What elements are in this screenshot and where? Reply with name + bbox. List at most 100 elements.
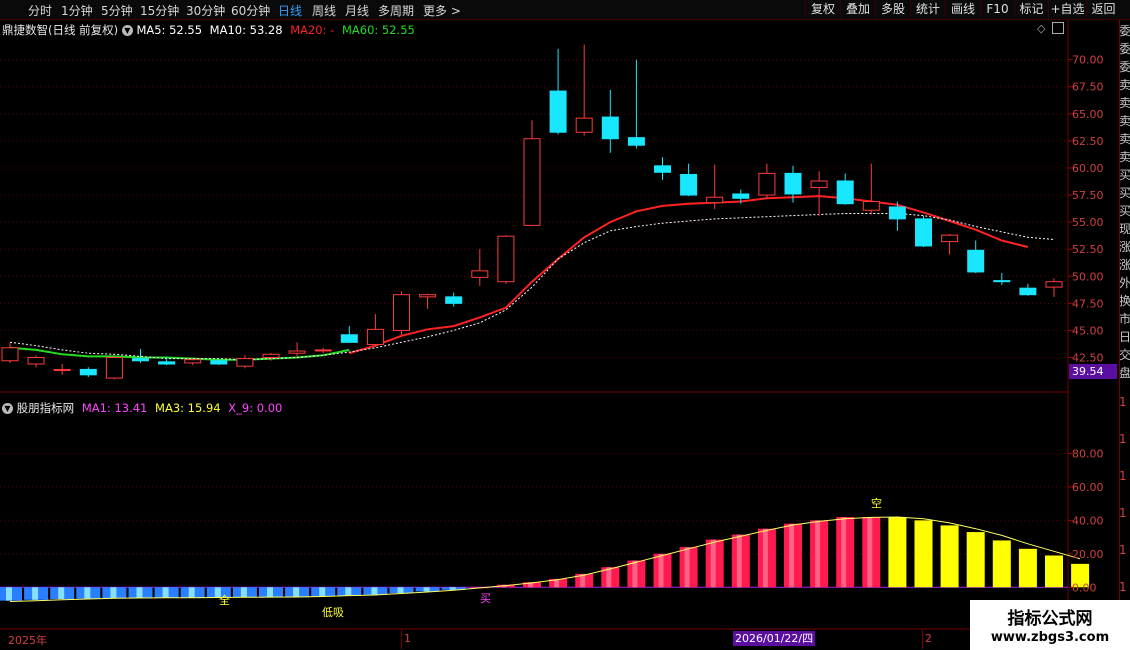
ma-line-ma5	[9, 213, 1055, 361]
bar-highlight	[84, 587, 91, 599]
candle-up	[523, 138, 541, 226]
candle-up	[471, 270, 489, 278]
bar-highlight	[710, 539, 716, 588]
bar-highlight	[293, 587, 300, 598]
candle-up	[758, 172, 776, 196]
candle-down	[601, 116, 619, 140]
bar-highlight	[867, 517, 873, 588]
candle-up	[1045, 281, 1063, 288]
signal-buy-full: 全	[219, 594, 230, 607]
candle-up	[393, 294, 410, 331]
candle-down	[784, 172, 802, 195]
bar-highlight	[789, 523, 794, 588]
bar-highlight	[397, 587, 404, 594]
signal-low-buy: 低吸	[322, 606, 344, 619]
bar-highlight	[658, 553, 664, 588]
quote-label-fragment: 现	[1119, 222, 1130, 236]
quote-label-fragment: 委	[1119, 60, 1130, 74]
bar-highlight	[188, 587, 195, 598]
indicator-bar	[1018, 548, 1037, 588]
indicator-bar	[966, 532, 985, 588]
candle-down	[836, 180, 854, 205]
price-tick-label: 65.00	[1072, 108, 1104, 121]
indicator-bar	[888, 517, 907, 588]
candle-down	[967, 249, 985, 273]
candle-up	[862, 201, 880, 211]
candle-up	[184, 359, 202, 364]
candle-up	[27, 357, 45, 365]
bar-highlight	[110, 587, 117, 599]
indicator-tick-label: 0.00	[1072, 581, 1097, 594]
quote-label-fragment: 涨	[1119, 258, 1130, 272]
bar-highlight	[240, 587, 247, 598]
signal-short: 空	[871, 497, 882, 510]
quote-label-fragment: 市	[1119, 312, 1130, 326]
quote-label-fragment: 卖	[1119, 150, 1130, 164]
candle-down	[549, 90, 567, 133]
price-axis: 42.50 45.00 47.50 50.00 52.50 55.00 57.50 60.00…	[1068, 54, 1104, 365]
candle-up	[810, 180, 828, 188]
quote-label-fragment: 卖	[1119, 132, 1130, 146]
candle-up	[105, 357, 123, 379]
price-tick-label: 42.50	[1072, 352, 1104, 365]
month-label: 2	[925, 632, 932, 645]
quote-label-fragment: 买	[1119, 186, 1130, 200]
candle-down	[132, 358, 149, 362]
indicator-tick-label: 80.00	[1072, 447, 1104, 460]
bar-highlight	[162, 587, 169, 598]
bar-highlight	[345, 587, 352, 596]
bar-highlight	[267, 587, 273, 598]
candle-down	[79, 368, 97, 376]
indicator-bars	[0, 517, 1090, 601]
candle-up	[262, 353, 280, 359]
candle-down	[210, 360, 228, 365]
indicator-bar	[992, 540, 1011, 588]
candle-down	[1019, 287, 1037, 296]
watermark-url: www.zbgs3.com	[990, 630, 1110, 645]
watermark-title: 指标公式网	[1007, 609, 1093, 629]
candle-down	[915, 218, 932, 247]
quote-label-fragment: 1	[1119, 543, 1127, 557]
price-tick-label: 52.50	[1072, 243, 1104, 256]
quote-label-fragment: 买	[1119, 204, 1130, 218]
candle-up	[497, 235, 515, 283]
candle-up	[288, 350, 306, 354]
indicator-tick-label: 60.00	[1072, 481, 1104, 494]
price-tick-label: 67.50	[1072, 81, 1104, 94]
price-tick-label: 70.00	[1072, 54, 1104, 67]
month-label: 1	[404, 632, 411, 645]
candle-down	[340, 334, 358, 343]
indicator-bar	[940, 525, 959, 588]
bar-highlight	[32, 587, 39, 600]
sub-grid	[0, 452, 1068, 588]
quote-label-fragment: 涨	[1119, 240, 1130, 254]
candle-up	[1, 347, 19, 362]
candle-down	[158, 361, 176, 365]
quote-label-fragment: 日	[1119, 330, 1130, 344]
candle-up	[53, 368, 71, 372]
bar-highlight	[841, 517, 847, 588]
bar-highlight	[815, 520, 821, 588]
quote-label-fragment: 1	[1119, 506, 1127, 520]
price-tick-label: 47.50	[1072, 297, 1104, 310]
bar-highlight	[319, 587, 326, 597]
candle-up	[706, 196, 724, 204]
candle-up	[941, 234, 959, 243]
quote-label-fragment: 1	[1119, 432, 1127, 446]
quote-label-fragment: 委	[1119, 42, 1130, 56]
quote-label-fragment: 1	[1119, 580, 1127, 594]
indicator-bar	[1045, 555, 1063, 588]
quote-panel-edge: 委委委卖卖卖卖卖买买买现涨涨外换市日交盘111111	[1119, 20, 1130, 630]
kline-chart[interactable]: 42.50 45.00 47.50 50.00 52.50 55.00 57.50 60.00…	[0, 0, 1130, 650]
quote-label-fragment: 盘	[1119, 366, 1130, 380]
candle-up	[314, 349, 332, 352]
candle-down	[654, 165, 671, 173]
price-tick-label: 55.00	[1072, 216, 1104, 229]
price-tick-label: 50.00	[1072, 270, 1104, 283]
quote-label-fragment: 换	[1119, 294, 1130, 308]
bar-highlight	[736, 534, 742, 588]
bar-highlight	[58, 587, 65, 599]
bar-highlight	[371, 587, 378, 595]
indicator-tick-label: 40.00	[1072, 514, 1104, 527]
quote-label-fragment: 委	[1119, 24, 1130, 38]
